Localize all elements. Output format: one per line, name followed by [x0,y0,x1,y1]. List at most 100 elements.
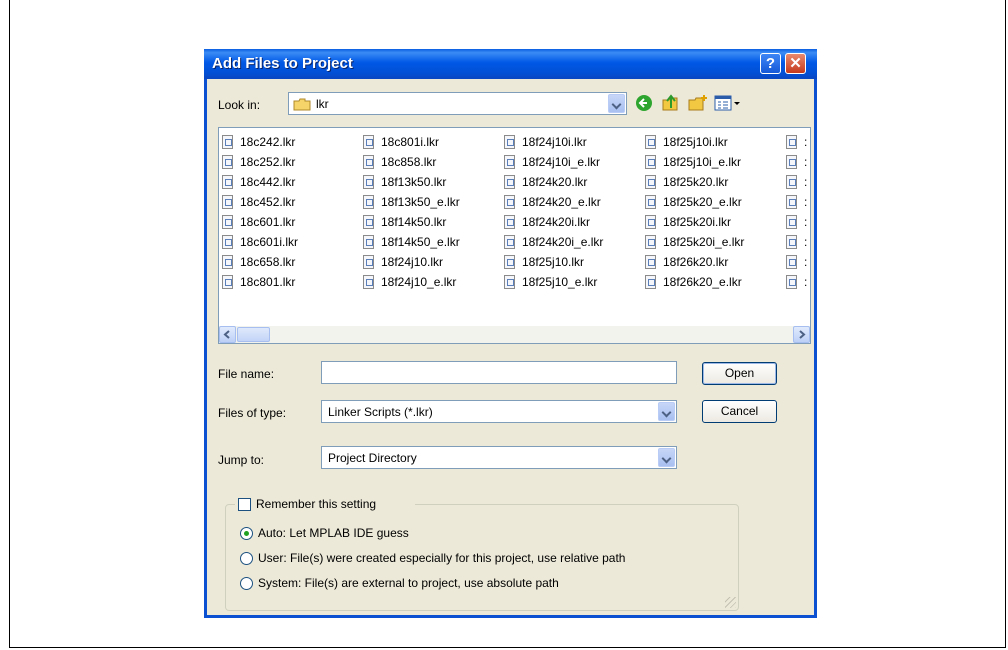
files-of-type-select[interactable]: Linker Scripts (*.lkr) [321,400,677,423]
file-item[interactable]: 18c242.lkr [220,132,298,152]
chevron-down-icon[interactable] [658,448,675,467]
system-radio[interactable] [240,577,253,590]
file-item[interactable]: 18f24k20i_e.lkr [502,232,603,252]
file-item[interactable]: : [784,272,807,292]
lkr-file-icon [504,175,515,189]
lkr-file-icon [504,255,515,269]
lkr-file-icon [363,155,374,169]
files-of-type-label: Files of type: [218,406,287,420]
view-menu-icon[interactable] [714,94,742,115]
look-in-value: lkr [316,97,329,111]
open-button[interactable]: Open [702,362,777,385]
file-item[interactable]: 18f24j10.lkr [361,252,460,272]
file-item[interactable]: 18f25j10i_e.lkr [643,152,744,172]
user-radio[interactable] [240,552,253,565]
file-item[interactable]: 18f24j10_e.lkr [361,272,460,292]
user-radio-label: User: File(s) were created especially fo… [258,551,626,565]
file-item[interactable]: 18f25j10i.lkr [643,132,744,152]
lkr-file-icon [504,275,515,289]
scroll-thumb[interactable] [237,327,270,342]
lkr-file-icon [363,215,374,229]
file-item[interactable]: : [784,212,807,232]
lkr-file-icon [645,195,656,209]
lkr-file-icon [504,135,515,149]
file-item[interactable]: 18c858.lkr [361,152,460,172]
lkr-file-icon [504,195,515,209]
look-in-dropdown-icon[interactable] [608,94,625,113]
file-item[interactable]: 18f25k20.lkr [643,172,744,192]
remember-checkbox[interactable] [238,498,251,511]
file-item[interactable]: 18c658.lkr [220,252,298,272]
chevron-down-icon[interactable] [658,402,675,421]
lkr-file-icon [786,275,797,289]
file-item[interactable]: : [784,252,807,272]
file-item[interactable]: 18c252.lkr [220,152,298,172]
up-folder-icon[interactable] [661,94,681,115]
file-item[interactable]: 18c601i.lkr [220,232,298,252]
lkr-file-icon [504,155,515,169]
lkr-file-icon [222,195,233,209]
file-item[interactable]: 18f25k20i.lkr [643,212,744,232]
title-bar[interactable]: Add Files to Project ? ✕ [204,49,817,79]
lkr-file-icon [363,175,374,189]
file-item[interactable]: 18f24j10i.lkr [502,132,603,152]
resize-grip[interactable] [725,597,736,608]
horizontal-scrollbar[interactable] [219,326,810,343]
lkr-file-icon [786,195,797,209]
scroll-right-icon[interactable] [793,326,810,343]
file-item[interactable]: 18f14k50.lkr [361,212,460,232]
jump-to-label: Jump to: [218,453,265,467]
file-item[interactable]: : [784,192,807,212]
lkr-file-icon [645,235,656,249]
file-item[interactable]: 18c452.lkr [220,192,298,212]
file-item[interactable]: 18f25j10_e.lkr [502,272,603,292]
auto-radio[interactable] [240,527,253,540]
file-item[interactable]: 18f24j10i_e.lkr [502,152,603,172]
file-item[interactable]: 18f24k20i.lkr [502,212,603,232]
lkr-file-icon [363,275,374,289]
file-item[interactable]: 18f24k20.lkr [502,172,603,192]
jump-to-select[interactable]: Project Directory [321,446,677,469]
file-item[interactable]: 18f25k20_e.lkr [643,192,744,212]
folder-icon [293,98,311,114]
file-item[interactable]: 18f13k50.lkr [361,172,460,192]
lkr-file-icon [786,175,797,189]
file-list[interactable]: 18c242.lkr 18c252.lkr 18c442.lkr 18c452.… [218,127,811,344]
scroll-left-icon[interactable] [219,326,236,343]
lkr-file-icon [504,235,515,249]
lkr-file-icon [786,255,797,269]
lkr-file-icon [222,155,233,169]
look-in-combo[interactable]: lkr [288,92,627,115]
file-item[interactable]: 18f25k20i_e.lkr [643,232,744,252]
back-icon[interactable] [635,94,653,115]
file-item[interactable]: 18f26k20_e.lkr [643,272,744,292]
close-button[interactable]: ✕ [785,53,806,74]
look-in-label: Look in: [218,98,261,112]
lkr-file-icon [222,175,233,189]
file-item[interactable]: 18f26k20.lkr [643,252,744,272]
file-item[interactable]: : [784,232,807,252]
lkr-file-icon [645,155,656,169]
lkr-file-icon [222,135,233,149]
file-item[interactable]: 18f24k20_e.lkr [502,192,603,212]
file-item[interactable]: 18c442.lkr [220,172,298,192]
file-item[interactable]: : [784,152,807,172]
file-item[interactable]: 18f25j10.lkr [502,252,603,272]
auto-radio-label: Auto: Let MPLAB IDE guess [258,526,409,540]
file-name-label: File name: [218,367,275,381]
lkr-file-icon [363,195,374,209]
file-name-field[interactable] [321,361,677,384]
help-button[interactable]: ? [760,53,781,74]
cancel-button[interactable]: Cancel [702,400,777,423]
file-item[interactable]: : [784,132,807,152]
new-folder-icon[interactable] [688,94,708,115]
file-item[interactable]: 18f14k50_e.lkr [361,232,460,252]
file-item[interactable]: 18c801.lkr [220,272,298,292]
file-item[interactable]: : [784,172,807,192]
file-item[interactable]: 18f13k50_e.lkr [361,192,460,212]
file-item[interactable]: 18c601.lkr [220,212,298,232]
lkr-file-icon [222,255,233,269]
lkr-file-icon [786,215,797,229]
dialog-title: Add Files to Project [212,55,353,72]
file-item[interactable]: 18c801i.lkr [361,132,460,152]
